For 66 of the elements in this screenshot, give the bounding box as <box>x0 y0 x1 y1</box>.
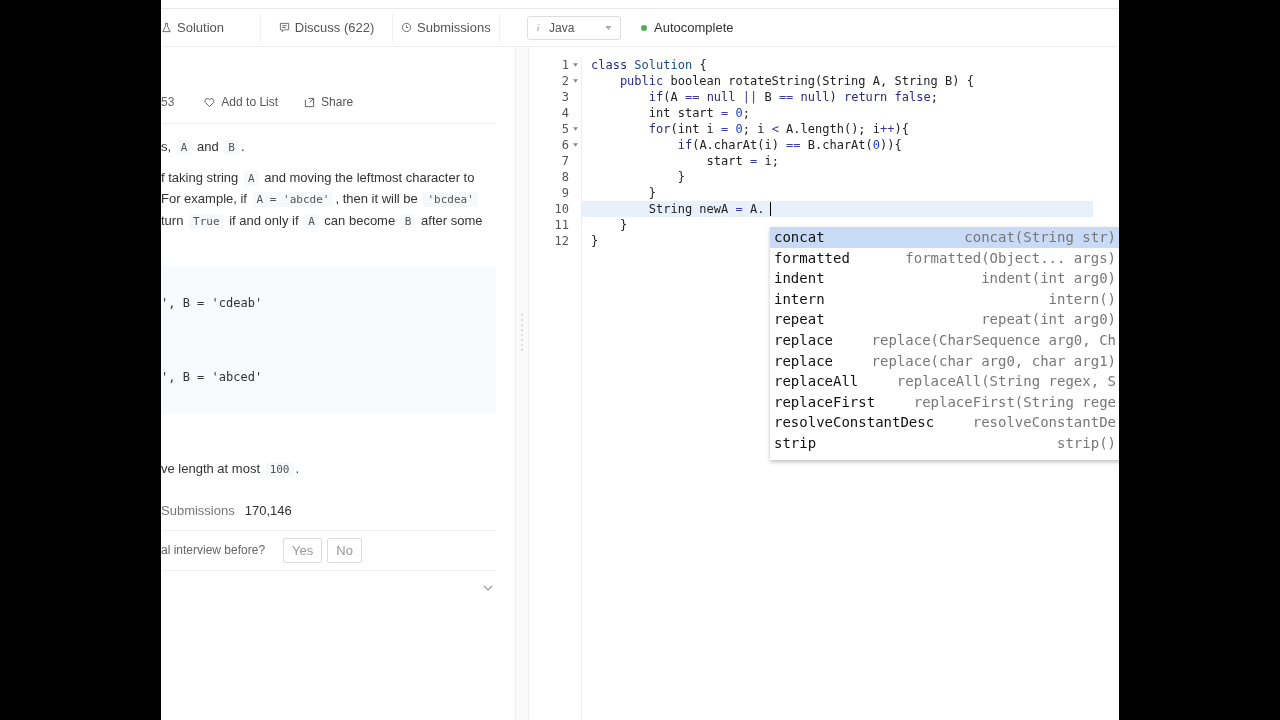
fold-icon[interactable] <box>572 63 578 67</box>
constraint-text: ve length at most 100 . <box>161 460 301 479</box>
code-line: class Solution { <box>591 57 707 73</box>
code-line: } <box>647 185 657 201</box>
description-text: f taking string A and moving the leftmost character to <box>161 168 476 188</box>
autocomplete-toggle[interactable]: Autocomplete <box>641 20 734 35</box>
code-line: } <box>676 169 685 185</box>
description-text: turn True if and only if A can become B after some <box>161 211 484 231</box>
description-text: For example, if A = 'abcde' , then it will be 'bcdea' <box>161 189 515 211</box>
code-line: int start = 0; <box>647 105 750 121</box>
example-text: ', B = 'cdeab' <box>161 296 264 310</box>
line-number: 10 <box>554 201 569 217</box>
line-number: 6 <box>561 137 569 153</box>
line-number: 1 <box>561 57 569 73</box>
code-line: } <box>591 233 599 249</box>
line-number: 8 <box>561 169 569 185</box>
line-number: 9 <box>561 185 569 201</box>
heart-icon <box>204 96 216 108</box>
suggestion-item[interactable]: indent indent(int arg0) <box>770 268 1119 289</box>
suggestion-item[interactable]: strip strip() <box>770 432 1119 454</box>
info-icon <box>536 22 541 33</box>
suggestion-item[interactable]: replaceFirst replaceFirst(String rege <box>770 391 1119 413</box>
comment-icon <box>278 22 290 33</box>
flask-icon <box>161 22 172 33</box>
clock-icon <box>401 22 412 33</box>
suggestion-item[interactable]: replace replace(CharSequence arg0, Ch <box>770 329 1119 351</box>
code-line: if(A.charAt(i) == B.charAt(0)){ <box>676 137 902 153</box>
chevron-down-icon[interactable] <box>483 584 493 591</box>
line-number: 7 <box>561 153 569 169</box>
like-count: 53 <box>161 95 175 109</box>
fold-icon[interactable] <box>572 127 578 131</box>
code-line: String newA = A. <box>647 201 765 217</box>
action-button[interactable]: Add to List <box>204 95 279 109</box>
description-text: s, A and B . <box>161 138 246 157</box>
code-line: start = i; <box>705 153 779 169</box>
suggestion-item[interactable]: repeat repeat(int arg0) <box>770 309 1119 330</box>
example-text: ', B = 'abced' <box>161 370 264 384</box>
line-number: 11 <box>554 217 569 233</box>
line-number: 12 <box>554 233 569 249</box>
fold-icon[interactable] <box>572 143 578 147</box>
text-cursor <box>770 202 772 216</box>
tab[interactable]: Solution <box>161 13 261 42</box>
suggestion-item[interactable]: formatted formatted(Object... args) <box>770 247 1119 269</box>
line-number: 2 <box>561 73 569 89</box>
code-line: for(int i = 0; i < A.length(); i++){ <box>647 121 909 137</box>
line-number: 4 <box>561 105 569 121</box>
suggestion-item[interactable]: replaceAll replaceAll(String regex, S <box>770 371 1119 392</box>
tab[interactable]: Submissions <box>393 13 500 42</box>
share-icon <box>304 96 316 108</box>
stat-label: Submissions <box>161 502 235 518</box>
suggestion-item[interactable]: replace replace(char arg0, char arg1) <box>770 350 1119 372</box>
line-number: 3 <box>561 89 569 105</box>
caret-icon <box>605 25 612 30</box>
code-line: if(A == null || B == null) return false; <box>647 89 938 105</box>
line-number: 5 <box>561 121 569 137</box>
tab[interactable]: Discuss (622) <box>261 13 393 42</box>
suggestion-item[interactable]: intern intern() <box>770 288 1119 310</box>
suggestion-item[interactable]: concat concat(String str) <box>770 227 1119 248</box>
question-text: al interview before? <box>161 543 266 557</box>
code-line: } <box>618 217 628 233</box>
fold-icon[interactable] <box>572 79 578 83</box>
stat-value: 170,146 <box>244 502 292 518</box>
action-button[interactable]: Share <box>304 95 354 109</box>
suggestion-item[interactable]: resolveConstantDesc resolveConstantDe <box>770 412 1119 433</box>
code-line: public boolean rotateString(String A, String B) { <box>618 73 974 89</box>
language-select[interactable]: Java <box>527 15 621 40</box>
